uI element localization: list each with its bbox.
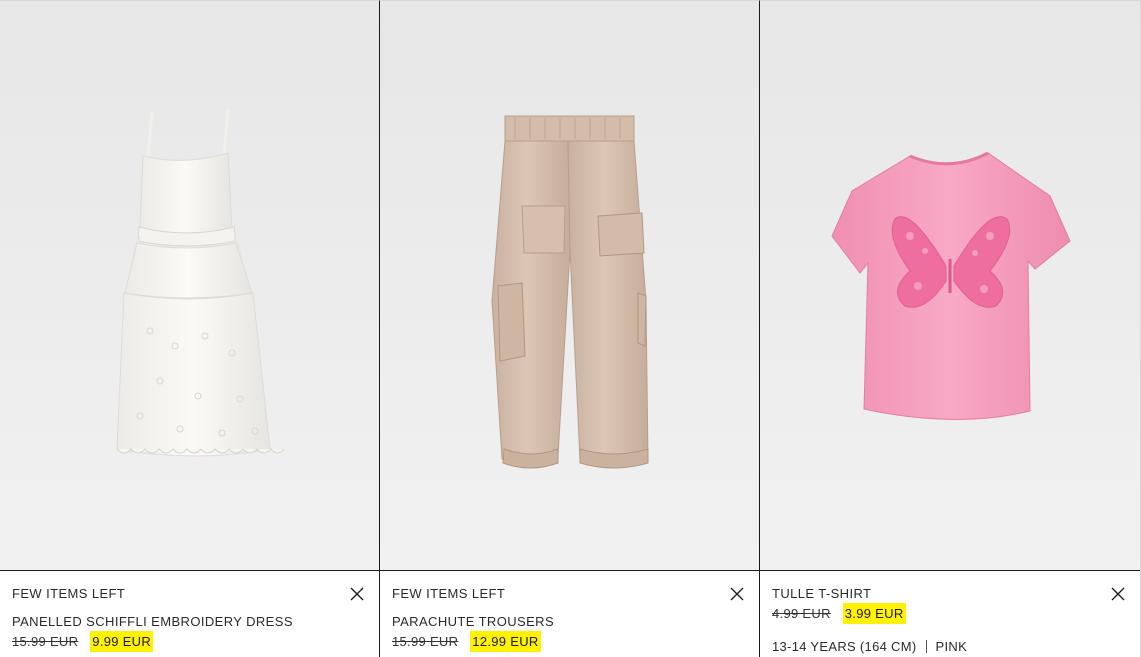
variant-info[interactable]: 13-14 YEARS (164 CM) PINK [772, 639, 967, 654]
stock-badge: FEW ITEMS LEFT [392, 586, 506, 601]
old-price: 4.99 EUR [772, 606, 831, 621]
product-name[interactable]: PANELLED SCHIFFLI EMBROIDERY DRESS [12, 614, 293, 629]
dress-illustration [116, 108, 285, 457]
size-label: 13-14 YEARS (164 CM) [772, 639, 917, 654]
close-icon[interactable] [1110, 586, 1126, 602]
close-icon[interactable] [349, 586, 365, 602]
trousers-illustration [491, 115, 649, 469]
divider [925, 640, 927, 653]
product-image-tshirt[interactable] [760, 1, 1140, 571]
product-info: FEW ITEMS LEFT PANELLED SCHIFFLI EMBROID… [0, 572, 379, 657]
price-row: 15.99 EUR 12.99 EUR [392, 631, 541, 652]
product-card-dress[interactable]: FEW ITEMS LEFT PANELLED SCHIFFLI EMBROID… [0, 0, 380, 657]
sale-price: 3.99 EUR [842, 603, 906, 624]
color-label: PINK [935, 639, 968, 654]
sale-price: 12.99 EUR [470, 631, 541, 652]
close-icon[interactable] [729, 586, 745, 602]
product-info: TULLE T-SHIRT 4.99 EUR 3.99 EUR 13-14 YE… [760, 572, 1140, 657]
product-name[interactable]: PARACHUTE TROUSERS [392, 614, 554, 629]
product-card-tshirt[interactable]: TULLE T-SHIRT 4.99 EUR 3.99 EUR 13-14 YE… [760, 0, 1141, 657]
price-row: 15.99 EUR 9.99 EUR [12, 631, 154, 652]
stock-badge: FEW ITEMS LEFT [12, 586, 126, 601]
tshirt-illustration [831, 151, 1071, 421]
old-price: 15.99 EUR [12, 634, 79, 649]
sale-price: 9.99 EUR [90, 631, 154, 652]
product-info: FEW ITEMS LEFT PARACHUTE TROUSERS 15.99 … [380, 572, 759, 657]
product-image-trousers[interactable] [380, 1, 759, 571]
price-row: 4.99 EUR 3.99 EUR [772, 603, 906, 624]
product-card-trousers[interactable]: FEW ITEMS LEFT PARACHUTE TROUSERS 15.99 … [380, 0, 760, 657]
product-name[interactable]: TULLE T-SHIRT [772, 586, 871, 601]
product-grid: FEW ITEMS LEFT PANELLED SCHIFFLI EMBROID… [0, 0, 1141, 657]
old-price: 15.99 EUR [392, 634, 459, 649]
product-image-dress[interactable] [0, 1, 379, 571]
